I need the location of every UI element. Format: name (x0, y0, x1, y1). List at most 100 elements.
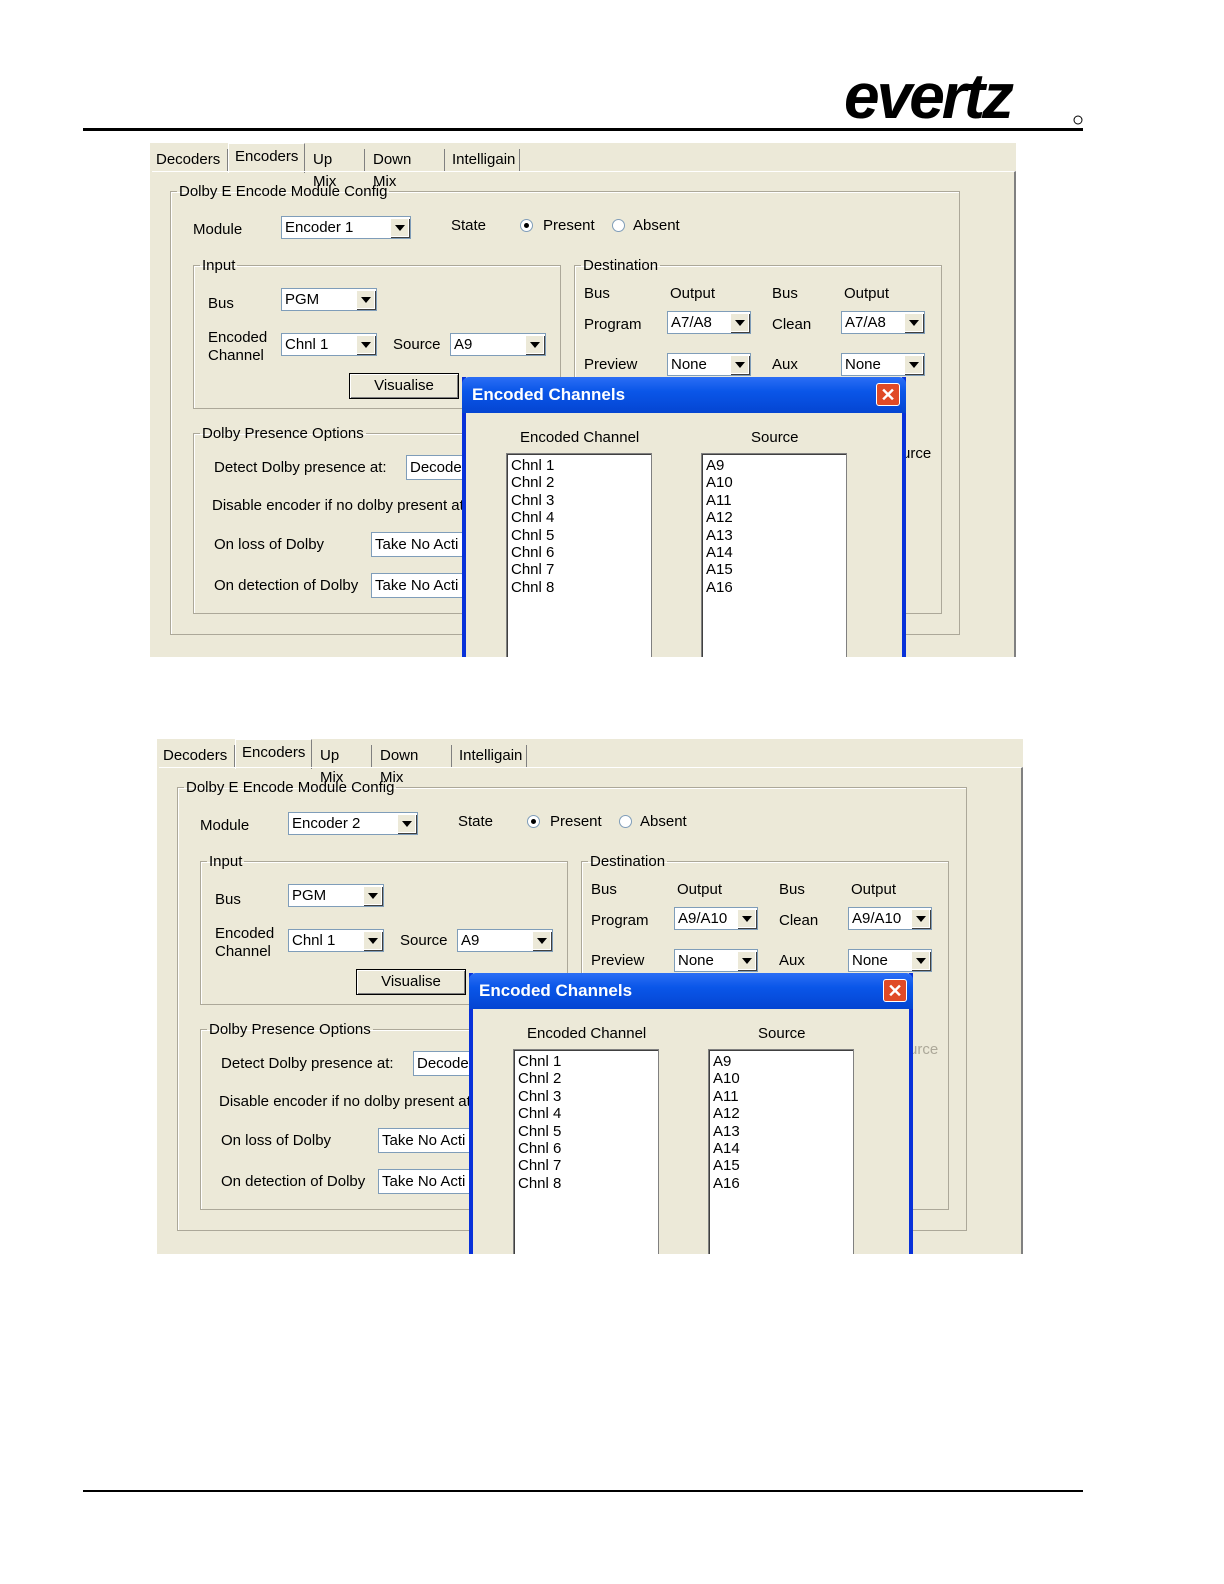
list-item[interactable]: A12 (706, 509, 733, 526)
program-select[interactable]: A7/A8 (667, 311, 751, 334)
encoded-channel-select[interactable]: Chnl 1 (288, 929, 384, 952)
encoded-channel-select[interactable]: Chnl 1 (281, 333, 377, 356)
tab-encoders[interactable]: Encoders (235, 739, 312, 769)
source-listbox[interactable]: A9 A10 A11 A12 A13 A14 A15 A16 (701, 453, 847, 657)
state-absent-radio[interactable] (619, 815, 632, 828)
list-item[interactable]: Chnl 4 (518, 1105, 561, 1122)
list-item[interactable]: A9 (713, 1053, 731, 1070)
dialog-titlebar[interactable]: Encoded Channels ✕ (469, 973, 913, 1009)
close-icon[interactable]: ✕ (876, 383, 900, 406)
source-select[interactable]: A9 (450, 333, 546, 356)
destination-legend: Destination (583, 257, 659, 274)
list-item[interactable]: A10 (713, 1070, 740, 1087)
list-item[interactable]: A14 (713, 1140, 740, 1157)
chevron-down-icon[interactable] (730, 355, 749, 374)
list-item[interactable]: Chnl 7 (511, 561, 554, 578)
clean-label: Clean (772, 316, 812, 333)
source-listbox[interactable]: A9 A10 A11 A12 A13 A14 A15 A16 (708, 1049, 854, 1254)
list-item[interactable]: A15 (706, 561, 733, 578)
list-item[interactable]: Chnl 2 (518, 1070, 561, 1087)
chevron-down-icon[interactable] (363, 931, 382, 950)
list-item[interactable]: Chnl 2 (511, 474, 554, 491)
list-item[interactable]: A16 (706, 579, 733, 596)
dialog-title: Encoded Channels (472, 385, 626, 404)
list-item[interactable]: A10 (706, 474, 733, 491)
clean-label: Clean (779, 912, 819, 929)
detect-value: Decode (410, 459, 462, 476)
chevron-down-icon[interactable] (525, 335, 544, 354)
chevron-down-icon[interactable] (397, 814, 416, 833)
list-item[interactable]: Chnl 5 (518, 1123, 561, 1140)
module-select[interactable]: Encoder 2 (288, 812, 418, 835)
list-item[interactable]: A16 (713, 1175, 740, 1192)
module-value: Encoder 1 (285, 219, 354, 236)
clean-select[interactable]: A7/A8 (841, 311, 925, 334)
bus-select[interactable]: PGM (288, 884, 384, 907)
chevron-down-icon[interactable] (356, 335, 375, 354)
chevron-down-icon[interactable] (532, 931, 551, 950)
state-absent-radio[interactable] (612, 219, 625, 232)
list-item[interactable]: Chnl 8 (518, 1175, 561, 1192)
chevron-down-icon[interactable] (737, 909, 756, 928)
chevron-down-icon[interactable] (737, 951, 756, 970)
chevron-down-icon[interactable] (904, 355, 923, 374)
clean-select[interactable]: A9/A10 (848, 907, 932, 930)
list-item[interactable]: A9 (706, 457, 724, 474)
list-item[interactable]: Chnl 6 (518, 1140, 561, 1157)
dialog-title: Encoded Channels (479, 981, 633, 1000)
list-item[interactable]: Chnl 6 (511, 544, 554, 561)
list-item[interactable]: Chnl 8 (511, 579, 554, 596)
visualise-button[interactable]: Visualise (356, 969, 466, 995)
chevron-down-icon[interactable] (904, 313, 923, 332)
aux-select[interactable]: None (841, 353, 925, 376)
list-item[interactable]: A14 (706, 544, 733, 561)
encoded-channel-value: Chnl 1 (285, 336, 329, 353)
tab-up-mix[interactable]: Up Mix (307, 149, 365, 190)
visualise-button[interactable]: Visualise (349, 373, 459, 399)
preview-select[interactable]: None (674, 949, 758, 972)
channel-listbox[interactable]: Chnl 1 Chnl 2 Chnl 3 Chnl 4 Chnl 5 Chnl 6 Chnl… (506, 453, 652, 657)
tab-up-mix[interactable]: Up Mix (314, 745, 372, 786)
channel-listbox[interactable]: Chnl 1 Chnl 2 Chnl 3 Chnl 4 Chnl 5 Chnl 6 Chnl… (513, 1049, 659, 1254)
on-loss-value: Take No Acti (382, 1132, 466, 1149)
list-item[interactable]: Chnl 7 (518, 1157, 561, 1174)
chevron-down-icon[interactable] (911, 951, 930, 970)
list-item[interactable]: A13 (706, 527, 733, 544)
tab-decoders[interactable]: Decoders (157, 745, 235, 767)
preview-select[interactable]: None (667, 353, 751, 376)
list-item[interactable]: Chnl 3 (518, 1088, 561, 1105)
list-item[interactable]: Chnl 4 (511, 509, 554, 526)
list-item[interactable]: A15 (713, 1157, 740, 1174)
chevron-down-icon[interactable] (356, 290, 375, 309)
list-item[interactable]: A11 (713, 1088, 739, 1105)
program-select[interactable]: A9/A10 (674, 907, 758, 930)
tab-intelligain[interactable]: Intelligain (446, 149, 520, 171)
tab-decoders[interactable]: Decoders (150, 149, 228, 171)
header-rule (83, 128, 1083, 131)
dialog-titlebar[interactable]: Encoded Channels ✕ (462, 377, 906, 413)
source-select[interactable]: A9 (457, 929, 553, 952)
list-item[interactable]: Chnl 5 (511, 527, 554, 544)
aux-select[interactable]: None (848, 949, 932, 972)
list-item[interactable]: A13 (713, 1123, 740, 1140)
bus-select[interactable]: PGM (281, 288, 377, 311)
presence-legend: Dolby Presence Options (202, 425, 364, 442)
close-icon[interactable]: ✕ (883, 979, 907, 1002)
presence-legend: Dolby Presence Options (209, 1021, 371, 1038)
state-present-radio[interactable] (520, 219, 533, 232)
chevron-down-icon[interactable] (911, 909, 930, 928)
state-present-radio[interactable] (527, 815, 540, 828)
list-item[interactable]: Chnl 1 (518, 1053, 561, 1070)
tab-intelligain[interactable]: Intelligain (453, 745, 527, 767)
list-item[interactable]: A12 (713, 1105, 740, 1122)
chevron-down-icon[interactable] (390, 218, 409, 237)
tab-encoders[interactable]: Encoders (228, 143, 305, 173)
tab-down-mix[interactable]: Down Mix (367, 149, 445, 190)
list-item[interactable]: Chnl 1 (511, 457, 554, 474)
tab-down-mix[interactable]: Down Mix (374, 745, 452, 786)
chevron-down-icon[interactable] (730, 313, 749, 332)
list-item[interactable]: A11 (706, 492, 732, 509)
module-select[interactable]: Encoder 1 (281, 216, 411, 239)
chevron-down-icon[interactable] (363, 886, 382, 905)
list-item[interactable]: Chnl 3 (511, 492, 554, 509)
